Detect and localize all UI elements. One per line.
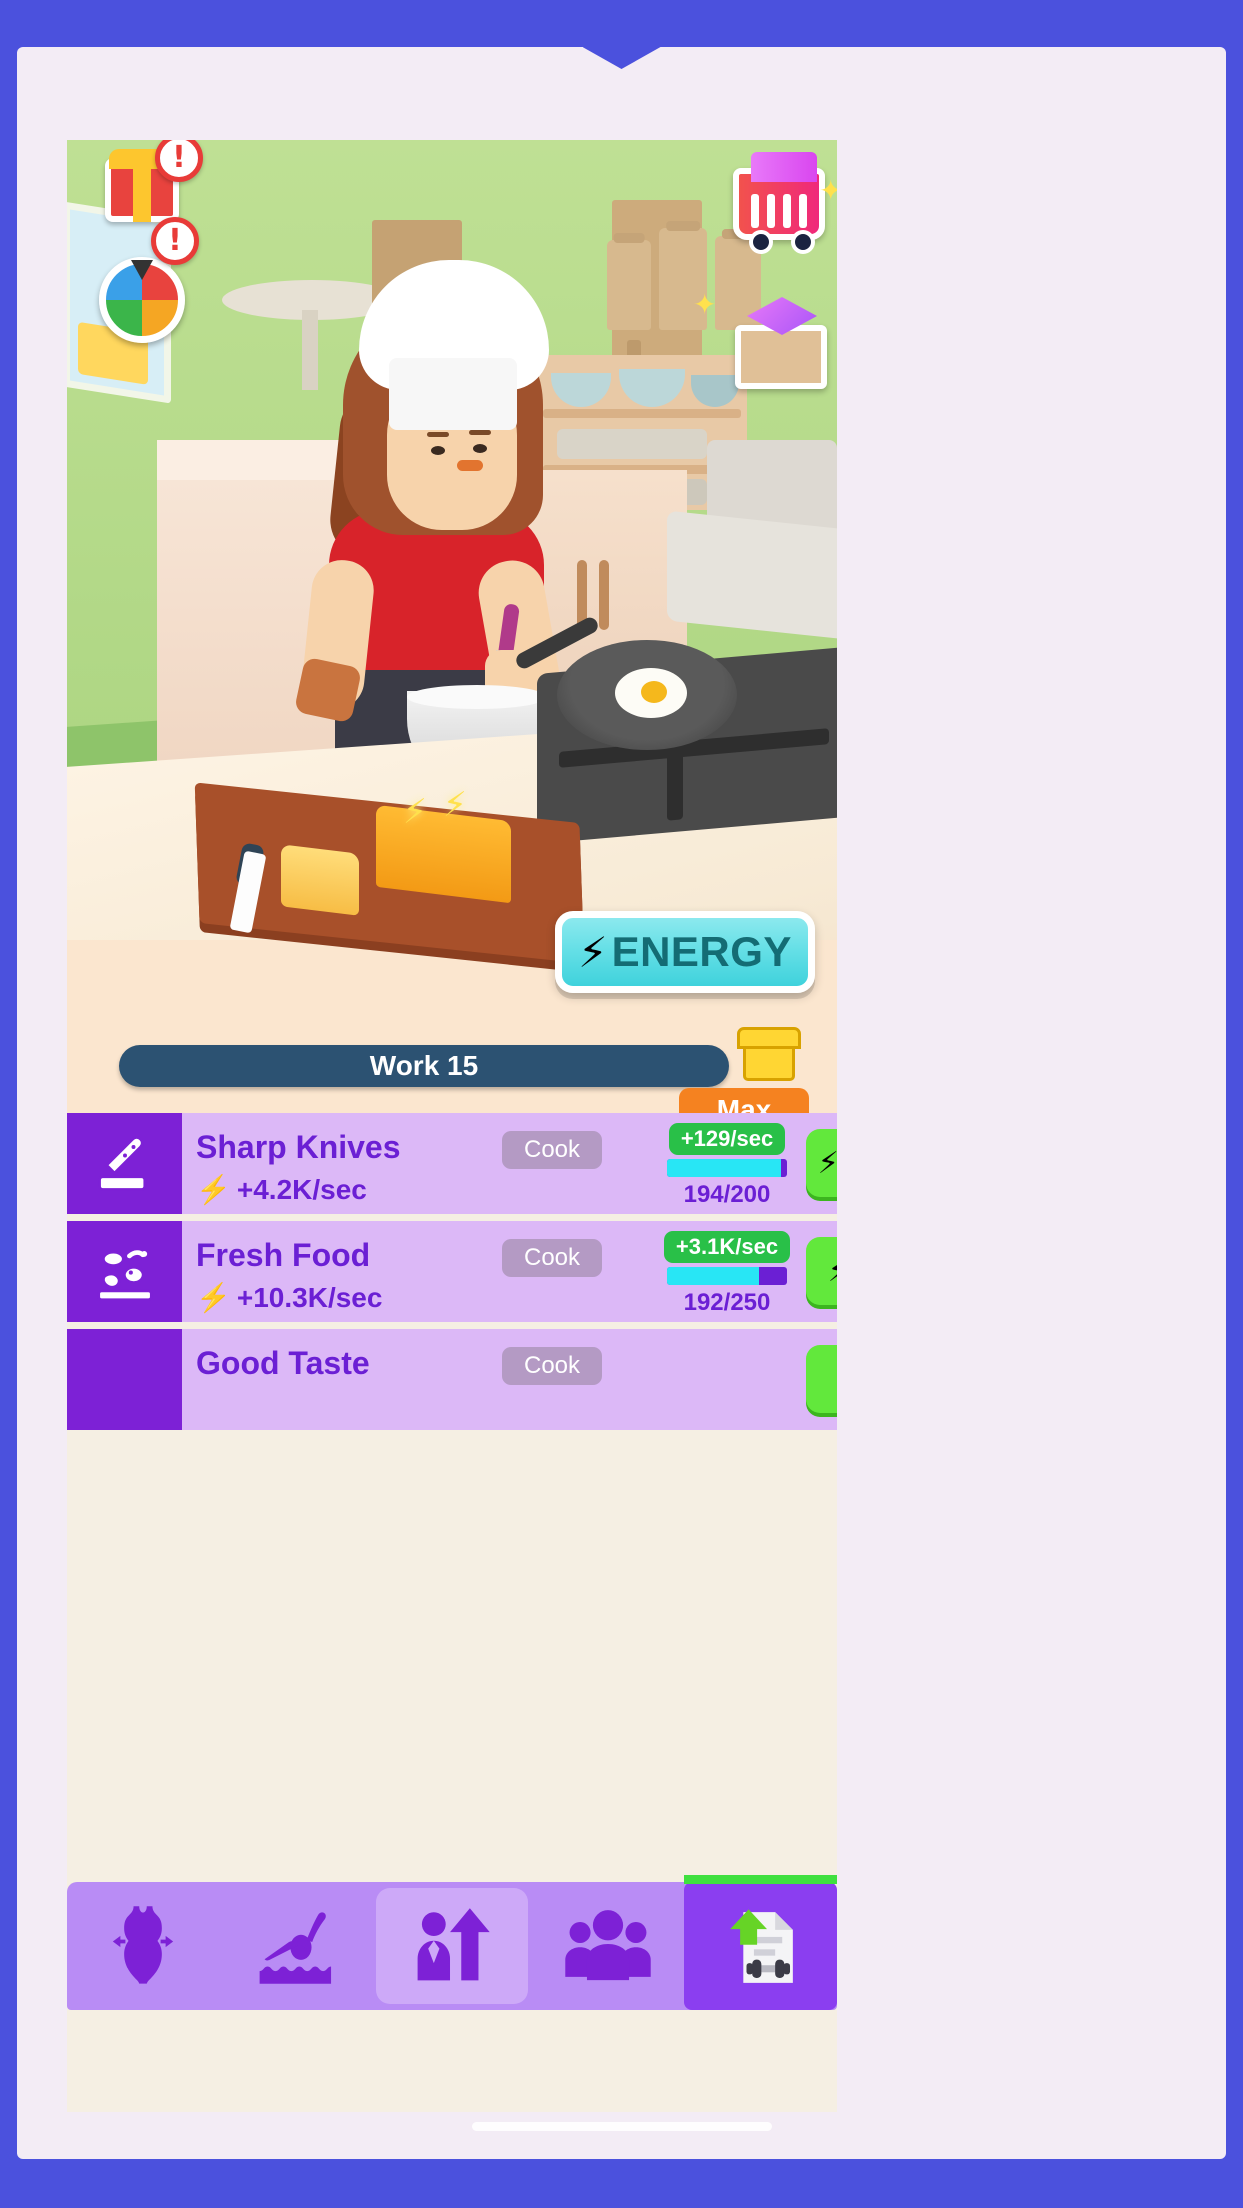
upgrade-name: Good Taste xyxy=(196,1345,370,1381)
shop-cart-icon[interactable] xyxy=(733,152,825,254)
work-progress-label: Work 15 xyxy=(369,1050,479,1081)
work-progress-bar[interactable]: Work 15 xyxy=(119,1045,729,1087)
career-up-icon xyxy=(409,1899,495,1993)
body-slim-icon xyxy=(105,1900,181,1992)
character-hand-left xyxy=(293,656,363,724)
upgrade-boost-badge: +3.1K/sec xyxy=(663,1231,791,1263)
upgrade-buy-button[interactable] xyxy=(806,1345,837,1413)
energy-button-label: ENERGY xyxy=(611,928,792,975)
lightning-bolt-icon: ⚡ xyxy=(828,1254,837,1289)
bowl-3 xyxy=(691,375,739,407)
upgrade-boost-badge: +129/sec xyxy=(668,1123,786,1155)
cart-wheel-right xyxy=(791,230,815,254)
cart-wheel-left xyxy=(749,230,773,254)
phone-frame: ⚡ ⚡ ! ! ✦ ✦ ⚡ ENERGY Work 15 Max Sharp K… xyxy=(17,47,1226,2159)
fortune-wheel-icon[interactable] xyxy=(99,257,185,343)
table-leg xyxy=(302,310,318,390)
character-eye-left xyxy=(431,446,445,455)
cabinet-handle-2 xyxy=(599,560,609,630)
upgrade-progress-group: +129/sec 194/200 xyxy=(662,1123,792,1209)
taste-icon xyxy=(67,1329,182,1430)
upgrade-name: Fresh Food xyxy=(196,1237,371,1273)
appliance-2 xyxy=(667,510,837,640)
lightning-bolt-icon: ⚡ xyxy=(578,927,608,977)
upgrade-category-tag: Cook xyxy=(502,1347,603,1385)
upgrade-rate-wrap: ⚡ +10.3K/sec xyxy=(196,1281,382,1314)
upgrade-rate: +10.3K/sec xyxy=(236,1281,383,1313)
character-brow-left xyxy=(427,432,449,437)
wheel-alert-badge: ! xyxy=(151,217,199,265)
sparkle-icon-2: ⚡ xyxy=(443,785,467,825)
upgrade-buy-button[interactable]: ⚡ 34.8M xyxy=(806,1129,837,1197)
character-eye-right xyxy=(473,444,487,453)
table-row[interactable]: Good Taste Cook xyxy=(67,1329,837,1430)
cart-bar-4 xyxy=(799,194,807,228)
lightning-bolt-icon: ⚡ xyxy=(196,1174,231,1205)
character-mouth xyxy=(457,460,483,471)
chef-hat-band xyxy=(389,358,517,430)
home-indicator xyxy=(471,2122,772,2131)
upgrade-progress-fill xyxy=(667,1159,781,1177)
sparkle-icon: ⚡ xyxy=(403,792,427,832)
gem-box-icon[interactable] xyxy=(735,325,827,389)
sparkle-decor-2: ✦ xyxy=(693,288,717,321)
sidebar-item-swimming[interactable] xyxy=(220,1882,373,2010)
table-row[interactable]: Sharp Knives Cook ⚡ +4.2K/sec +129/sec 1… xyxy=(67,1113,837,1214)
upgrade-rate-wrap: ⚡ +4.2K/sec xyxy=(196,1173,367,1206)
upgrade-buy-button[interactable]: ⚡ 1.1B xyxy=(806,1237,837,1305)
cart-bar-1 xyxy=(751,194,759,228)
swimmer-icon xyxy=(253,1904,339,1988)
game-screen: ⚡ ⚡ ! ! ✦ ✦ ⚡ ENERGY Work 15 Max Sharp K… xyxy=(67,140,837,2112)
upgrade-category-tag: Cook xyxy=(502,1239,603,1277)
row-info: Sharp Knives Cook ⚡ +4.2K/sec +129/sec 1… xyxy=(182,1113,837,1214)
bread-slice xyxy=(281,844,359,916)
work-progress-section: Work 15 Max xyxy=(67,1033,837,1132)
upgrade-progress-bar xyxy=(667,1267,787,1285)
row-info: Fresh Food Cook ⚡ +10.3K/sec +3.1K/sec 1… xyxy=(182,1221,837,1322)
upgrade-progress-text: 192/250 xyxy=(683,1289,771,1316)
upgrade-progress-text: 194/200 xyxy=(683,1181,771,1208)
workout-plan-icon xyxy=(715,1896,807,1996)
character-brow-right xyxy=(469,430,491,435)
mixing-bowl-rim xyxy=(407,685,547,709)
fresh-food-icon xyxy=(67,1221,182,1322)
gem-pile xyxy=(751,152,817,182)
people-group-icon xyxy=(562,1904,654,1988)
sidebar-item-workout-plan[interactable] xyxy=(684,1875,837,2010)
sparkle-decor-1: ✦ xyxy=(819,174,837,207)
table-row[interactable]: Fresh Food Cook ⚡ +10.3K/sec +3.1K/sec 1… xyxy=(67,1221,837,1322)
shelf-plank-1 xyxy=(543,409,741,418)
sidebar-item-body[interactable] xyxy=(67,1882,220,2010)
upgrade-name: Sharp Knives xyxy=(196,1129,401,1165)
cart-bar-2 xyxy=(767,194,775,228)
notch xyxy=(582,47,661,69)
upgrade-rate: +4.2K/sec xyxy=(236,1173,367,1205)
lightning-bolt-icon: ⚡ xyxy=(196,1282,231,1313)
knife-icon xyxy=(67,1113,182,1214)
upgrade-category-tag: Cook xyxy=(502,1131,603,1169)
sidebar-item-people[interactable] xyxy=(531,1882,684,2010)
upgrade-progress-fill xyxy=(667,1267,760,1285)
bottom-nav[interactable] xyxy=(67,1875,837,2010)
energy-button[interactable]: ⚡ ENERGY xyxy=(555,911,815,993)
lightning-bolt-icon: ⚡ xyxy=(817,1145,837,1181)
plate-1 xyxy=(557,429,707,459)
fried-egg-yolk xyxy=(641,681,667,703)
sidebar-item-career[interactable] xyxy=(375,1888,529,2004)
upgrade-progress-group: +3.1K/sec 192/250 xyxy=(662,1231,792,1317)
cart-bar-3 xyxy=(783,194,791,228)
jar-1 xyxy=(607,240,651,330)
bowl-1 xyxy=(551,373,611,407)
bowl-2 xyxy=(619,369,685,407)
work-reward-gift-icon[interactable] xyxy=(743,1033,795,1081)
upgrade-progress-bar xyxy=(667,1159,787,1177)
row-info: Good Taste Cook xyxy=(182,1329,837,1430)
